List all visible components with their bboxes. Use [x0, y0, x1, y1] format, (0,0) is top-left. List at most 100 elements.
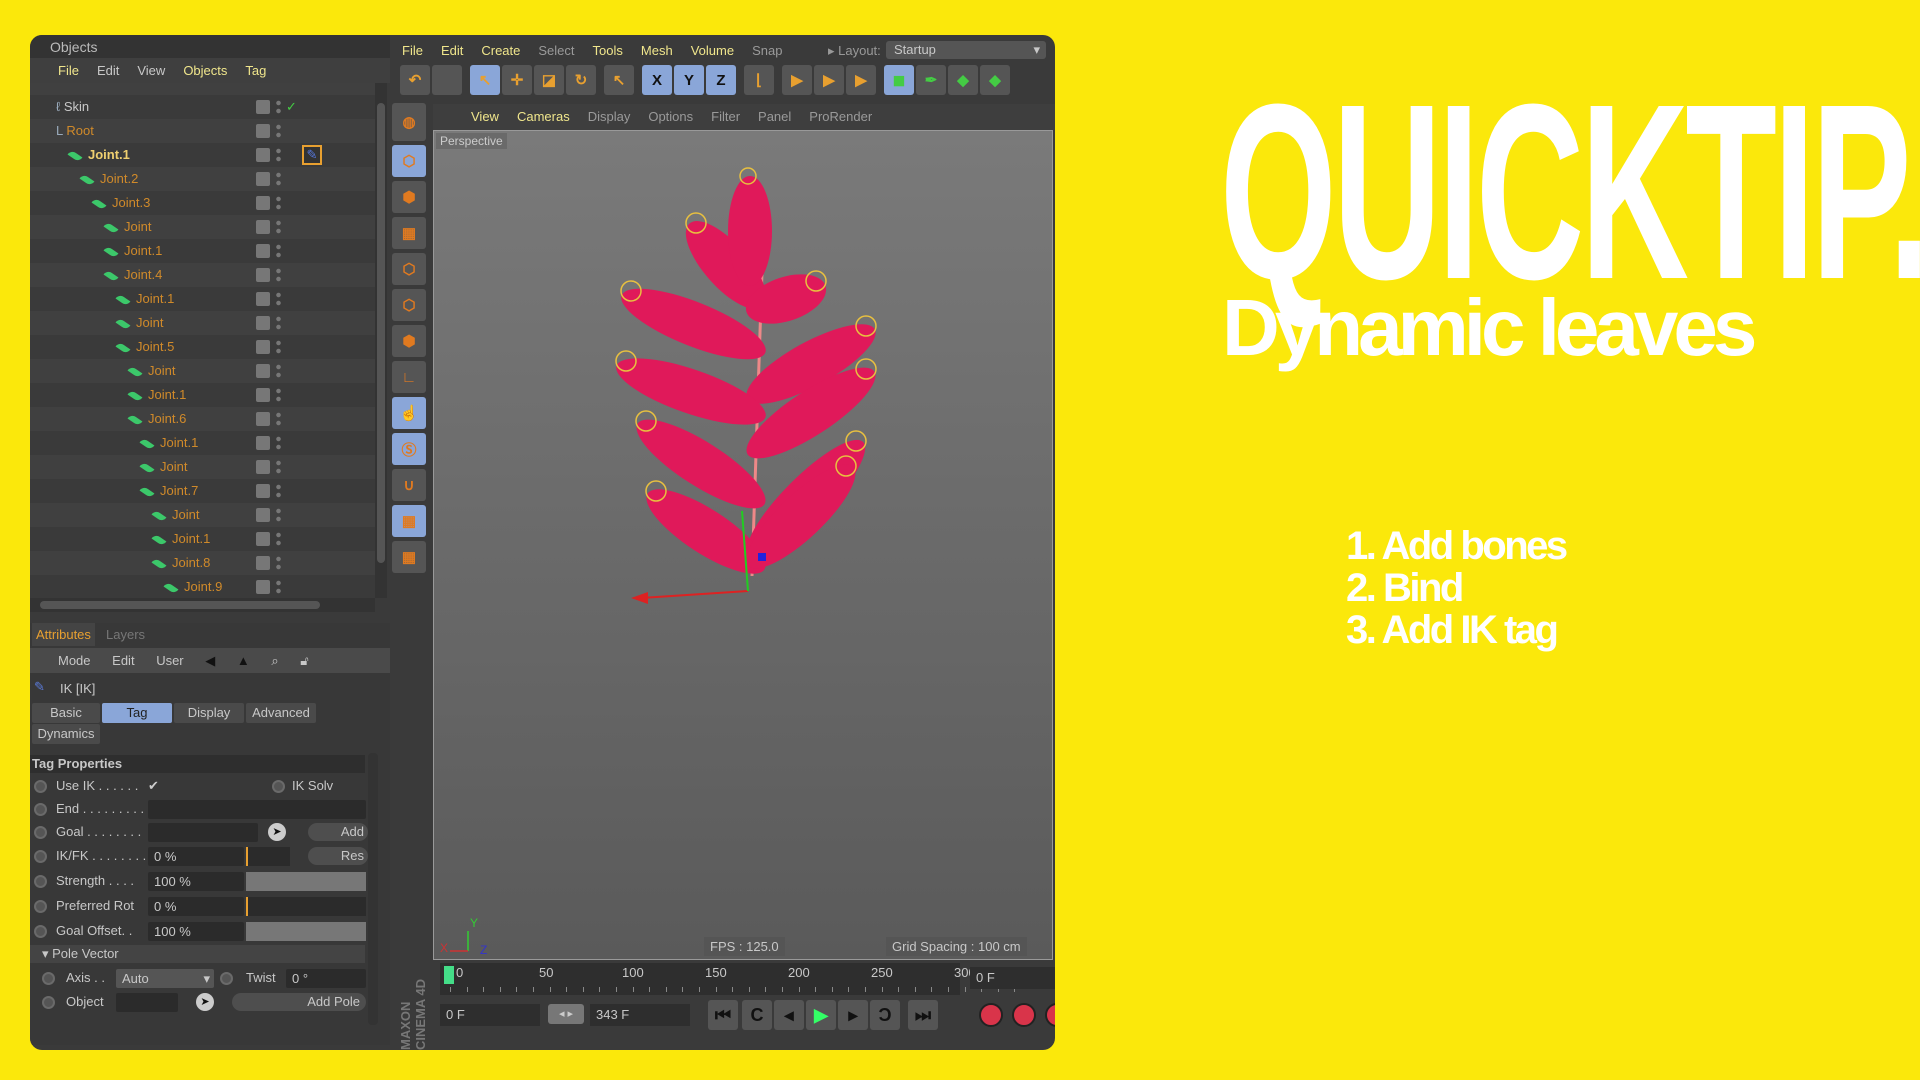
tree-row[interactable]: Joint.1	[30, 431, 375, 455]
z-axis-icon[interactable]: Z	[706, 65, 736, 95]
play-button[interactable]: ▶	[806, 1000, 836, 1030]
render-picture-viewer-icon[interactable]: ▶	[814, 65, 844, 95]
tree-row[interactable]: Joint.4	[30, 263, 375, 287]
ikfk-slider[interactable]	[246, 847, 290, 866]
grid-lock-icon[interactable]: ▦	[392, 505, 426, 537]
goal-offset-field[interactable]: 100 %	[148, 922, 244, 941]
tree-row[interactable]: Joint.8	[30, 551, 375, 575]
visibility-toggle[interactable]	[256, 148, 270, 162]
add-pole-button[interactable]: Add Pole	[232, 993, 366, 1011]
menu-edit[interactable]: Edit	[441, 39, 463, 63]
undo-icon[interactable]: ↶	[400, 65, 430, 95]
tab-layers[interactable]: Layers	[102, 623, 149, 646]
pick-object-icon[interactable]: ➤	[196, 993, 214, 1011]
twist-field[interactable]: 0 °	[286, 969, 366, 988]
visibility-toggle[interactable]	[256, 508, 270, 522]
render-dots[interactable]	[276, 531, 281, 547]
strength-field[interactable]: 100 %	[148, 872, 244, 891]
live-select-icon[interactable]: ↖	[470, 65, 500, 95]
render-dots[interactable]	[276, 387, 281, 403]
add-goal-button[interactable]: Add	[308, 823, 368, 841]
visibility-toggle[interactable]	[256, 364, 270, 378]
points-mode-icon[interactable]: ⬡	[392, 253, 426, 285]
tree-row[interactable]: ℓ Skin ✓	[30, 95, 375, 119]
tab-tag[interactable]: Tag	[102, 703, 172, 723]
tree-row[interactable]: Joint.6	[30, 407, 375, 431]
polygons-mode-icon[interactable]: ⬢	[392, 325, 426, 357]
render-dots[interactable]	[276, 267, 281, 283]
prev-key-button[interactable]: C	[742, 1000, 772, 1030]
visibility-toggle[interactable]	[256, 580, 270, 594]
tree-scrollbar[interactable]	[375, 83, 387, 598]
render-settings-icon[interactable]: ▶	[846, 65, 876, 95]
end-frame-field[interactable]: 343 F	[590, 1004, 690, 1026]
visibility-toggle[interactable]	[256, 124, 270, 138]
lock-icon[interactable]: 🔓︎	[300, 648, 308, 673]
subdivision-icon[interactable]: ◆	[948, 65, 978, 95]
menu-edit[interactable]: Edit	[97, 58, 119, 83]
goto-end-button[interactable]: ⏭	[908, 1000, 938, 1030]
visibility-toggle[interactable]	[256, 484, 270, 498]
anim-radio[interactable]	[34, 875, 47, 888]
tree-hscrollbar[interactable]	[30, 598, 375, 612]
viewport-menu-prorender[interactable]: ProRender	[809, 104, 872, 130]
visibility-toggle[interactable]	[256, 172, 270, 186]
end-field[interactable]	[148, 800, 366, 819]
render-dots[interactable]	[276, 147, 281, 163]
menu-view[interactable]: View	[137, 58, 165, 83]
edges-mode-icon[interactable]: ⬡	[392, 289, 426, 321]
grid-cycle-icon[interactable]: ▦	[392, 541, 426, 573]
next-key-button[interactable]: Ͻ	[870, 1000, 900, 1030]
anim-radio[interactable]	[272, 780, 285, 793]
visibility-toggle[interactable]	[256, 532, 270, 546]
tree-row[interactable]: L Root	[30, 119, 375, 143]
anim-radio[interactable]	[34, 900, 47, 913]
render-dots[interactable]	[276, 363, 281, 379]
y-axis-icon[interactable]: Y	[674, 65, 704, 95]
menu-user[interactable]: User	[156, 648, 183, 673]
attributes-scrollbar[interactable]	[368, 753, 378, 1025]
visibility-toggle[interactable]	[256, 340, 270, 354]
tree-row[interactable]: Joint	[30, 503, 375, 527]
record-key-button[interactable]	[979, 1003, 1003, 1027]
visibility-toggle[interactable]	[256, 100, 270, 114]
playhead[interactable]	[444, 966, 454, 984]
menu-tag[interactable]: Tag	[245, 58, 266, 83]
axis-icon[interactable]: ∟	[392, 361, 426, 393]
viewport-menu-display[interactable]: Display	[588, 104, 631, 130]
pick-object-icon[interactable]: ➤	[268, 823, 286, 841]
solo-icon[interactable]: Ⓢ	[392, 433, 426, 465]
tree-row[interactable]: Joint.1	[30, 527, 375, 551]
tree-row[interactable]: Joint.3	[30, 191, 375, 215]
tree-row[interactable]: Joint	[30, 215, 375, 239]
render-dots[interactable]	[276, 483, 281, 499]
x-axis-icon[interactable]: X	[642, 65, 672, 95]
render-dots[interactable]	[276, 291, 281, 307]
anim-radio[interactable]	[34, 826, 47, 839]
array-icon[interactable]: ◆	[980, 65, 1010, 95]
texture-mode-icon[interactable]: ⬢	[392, 181, 426, 213]
up-arrow-icon[interactable]: ▲	[237, 648, 250, 673]
tree-row[interactable]: Joint	[30, 359, 375, 383]
tree-row[interactable]: Joint	[30, 455, 375, 479]
anim-radio[interactable]	[42, 996, 55, 1009]
menu-tools[interactable]: Tools	[593, 39, 623, 63]
menu-volume[interactable]: Volume	[691, 39, 734, 63]
autokey-button[interactable]	[1012, 1003, 1036, 1027]
select-icon[interactable]: ↖	[604, 65, 634, 95]
reset-button[interactable]: Res	[308, 847, 368, 865]
tree-row[interactable]: Joint.9	[30, 575, 375, 598]
tree-row[interactable]: Joint.1	[30, 239, 375, 263]
magnet-icon[interactable]: ∪	[392, 469, 426, 501]
back-arrow-icon[interactable]: ◀	[205, 648, 215, 673]
tree-row[interactable]: Joint	[30, 311, 375, 335]
tab-advanced[interactable]: Advanced	[246, 703, 316, 723]
strength-slider[interactable]	[246, 872, 366, 891]
visibility-toggle[interactable]	[256, 244, 270, 258]
anim-radio[interactable]	[34, 850, 47, 863]
scale-icon[interactable]: ◪	[534, 65, 564, 95]
visibility-toggle[interactable]	[256, 268, 270, 282]
range-arrows-button[interactable]: ◂ ▸	[548, 1004, 584, 1024]
visibility-toggle[interactable]	[256, 436, 270, 450]
rotate-icon[interactable]: ↻	[566, 65, 596, 95]
